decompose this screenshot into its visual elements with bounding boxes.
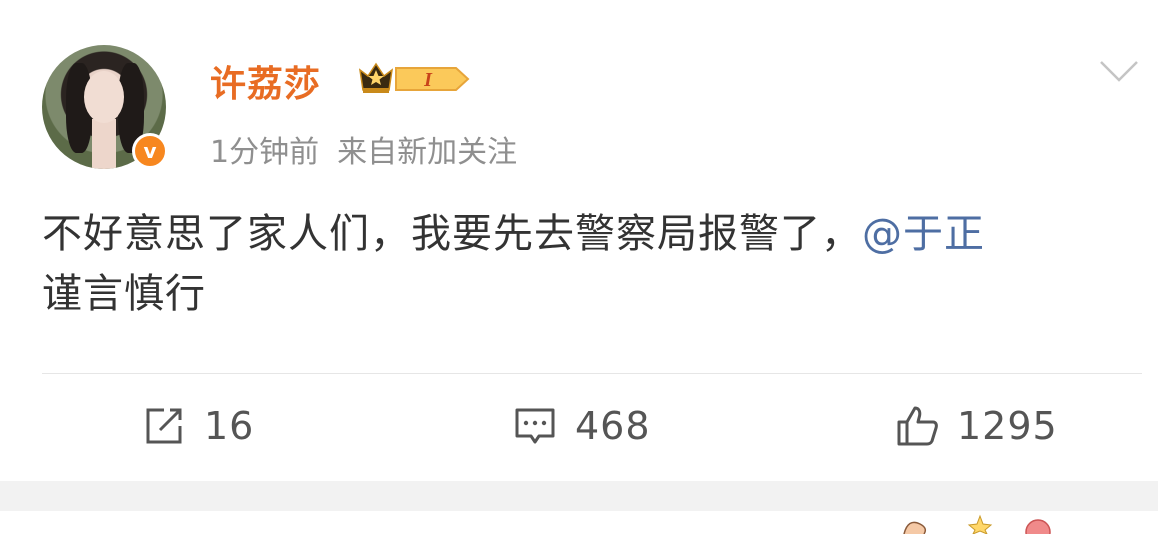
post-source: 来自新加关注: [337, 135, 518, 170]
like-icon: [897, 406, 938, 446]
comment-icon: [515, 408, 555, 444]
repost-button[interactable]: 16: [142, 400, 254, 452]
repost-icon: [146, 408, 182, 444]
verified-badge-icon: v: [132, 133, 168, 169]
like-count: 1295: [957, 404, 1058, 448]
chevron-down-icon[interactable]: [1098, 58, 1140, 84]
comment-button[interactable]: 468: [513, 400, 651, 452]
rank-label: I: [423, 69, 433, 91]
divider: [42, 373, 1142, 374]
post-meta: 1分钟前 来自新加关注: [210, 127, 517, 171]
post-content: 不好意思了家人们，我要先去警察局报警了，@于正谨言慎行: [42, 204, 1137, 324]
crown-rank-icon[interactable]: I: [356, 58, 470, 100]
card-separator: [0, 481, 1158, 511]
repost-count: 16: [204, 404, 255, 448]
post-text-tail: 谨言慎行: [42, 271, 206, 317]
sticker-decoration-icon: [903, 514, 1051, 534]
mention-link[interactable]: @于正: [862, 211, 985, 257]
author-name[interactable]: 许荔莎: [210, 55, 321, 107]
post-card: v 许荔莎 I 1分钟前 来自新加关注 不好意思了家人们，我要先去警察局报警了，@…: [0, 0, 1158, 481]
comment-count: 468: [575, 404, 651, 448]
like-button[interactable]: 1295: [895, 400, 1058, 452]
post-time: 1分钟前: [210, 135, 320, 170]
post-text-main: 不好意思了家人们，我要先去警察局报警了，: [42, 211, 862, 257]
